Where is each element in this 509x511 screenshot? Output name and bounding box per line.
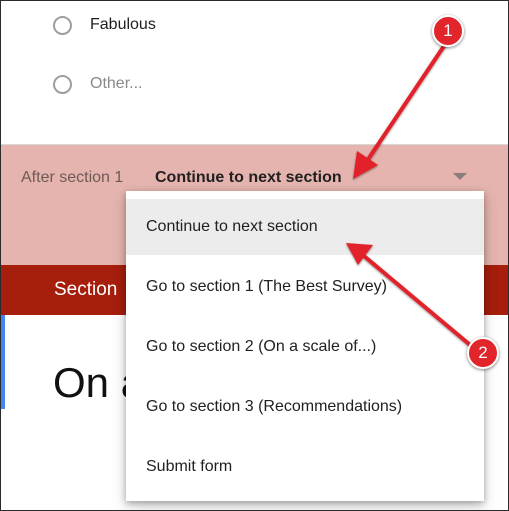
- dropdown-caret-icon[interactable]: [453, 173, 467, 180]
- option-label: Other...: [90, 75, 143, 92]
- after-section-label: After section 1: [21, 169, 124, 186]
- menu-item-section-2[interactable]: Go to section 2 (On a scale of...): [126, 319, 484, 375]
- menu-item-section-1[interactable]: Go to section 1 (The Best Survey): [126, 259, 484, 315]
- after-section-dropdown[interactable]: Continue to next section: [155, 169, 342, 187]
- radio-circle-icon[interactable]: [53, 15, 72, 35]
- annotation-badge-2: 2: [467, 337, 499, 369]
- section-navigation-menu: Continue to next section Go to section 1…: [126, 191, 484, 501]
- option-fabulous[interactable]: Fabulous: [53, 12, 156, 38]
- active-card-accent: [1, 315, 5, 409]
- annotation-badge-1: 1: [432, 15, 464, 47]
- option-other[interactable]: Other...: [53, 71, 142, 97]
- section-title: Section: [54, 279, 118, 300]
- menu-item-submit-form[interactable]: Submit form: [126, 439, 484, 495]
- radio-circle-icon[interactable]: [53, 74, 72, 94]
- form-editor-frame: Fabulous Other... After section 1 Contin…: [0, 0, 509, 511]
- menu-item-section-3[interactable]: Go to section 3 (Recommendations): [126, 379, 484, 435]
- menu-item-continue[interactable]: Continue to next section: [126, 199, 484, 255]
- option-label: Fabulous: [90, 16, 156, 33]
